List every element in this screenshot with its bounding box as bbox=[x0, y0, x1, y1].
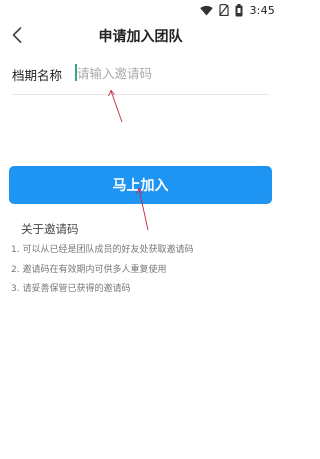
about-item: 1. 可以从已经是团队成员的好友处获取邀请码 bbox=[11, 245, 194, 255]
annotation-arrow-input bbox=[108, 89, 123, 123]
battery-icon bbox=[235, 3, 243, 17]
status-time: 3:45 bbox=[249, 3, 275, 17]
nav-bar: 申请加入团队 bbox=[0, 22, 281, 52]
invite-code-row: 档期名称 bbox=[12, 60, 269, 95]
about-title: 关于邀请码 bbox=[21, 222, 79, 236]
wifi-icon bbox=[200, 5, 214, 16]
join-now-button[interactable]: 马上加入 bbox=[9, 166, 272, 204]
field-label: 档期名称 bbox=[12, 68, 63, 83]
page-title: 申请加入团队 bbox=[98, 29, 183, 45]
invite-code-input[interactable] bbox=[74, 60, 267, 86]
status-bar: 3:45 bbox=[0, 0, 281, 20]
about-item: 2. 邀请码在有效期内可供多人重复使用 bbox=[11, 264, 167, 275]
no-sim-icon bbox=[219, 4, 230, 16]
join-team-screen: 3:45 申请加入团队 档期名称 马上加入 关于邀请码 1. 可以从已经是团队成… bbox=[0, 0, 281, 459]
about-item: 3. 请妥善保管已获得的邀请码 bbox=[11, 284, 131, 294]
about-list: 1. 可以从已经是团队成员的好友处获取邀请码 2. 邀请码在有效期内可供多人重复… bbox=[11, 241, 193, 300]
text-caret bbox=[75, 64, 77, 81]
